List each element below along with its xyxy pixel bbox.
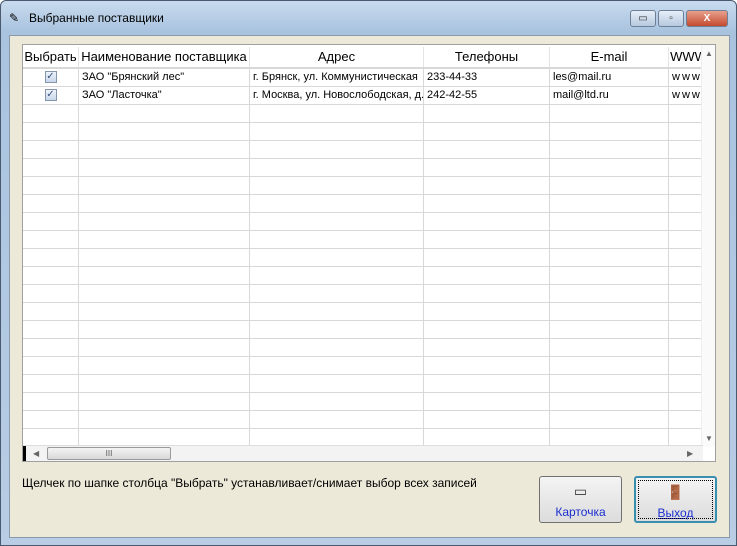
- empty-row: [23, 123, 709, 141]
- client-area: Выбрать Наименование поставщика Адрес Телеф…: [9, 35, 730, 538]
- column-header[interactable]: Телефоны: [424, 47, 550, 67]
- select-cell: ✓: [23, 87, 79, 104]
- column-header[interactable]: Наименование поставщика: [79, 47, 250, 67]
- name-cell: ЗАО "Ласточка": [79, 87, 250, 104]
- horizontal-scrollbar[interactable]: ◀ III ▶: [23, 445, 703, 461]
- address-cell: г. Москва, ул. Новослободская, д.: [250, 87, 424, 104]
- empty-row: [23, 411, 709, 429]
- card-icon: ▭: [573, 483, 588, 499]
- select-checkbox[interactable]: ✓: [44, 71, 57, 83]
- hint-text: Щелчек по шапке столбца "Выбрать" устана…: [22, 476, 477, 490]
- select-checkbox[interactable]: ✓: [44, 89, 57, 101]
- address-cell: г. Брянск, ул. Коммунистическая: [250, 69, 424, 86]
- email-cell: mail@ltd.ru: [550, 87, 669, 104]
- grid-rows: ✓ ЗАО "Брянский лес" г. Брянск, ул. Коммун…: [23, 69, 709, 447]
- title-bar: ✎ Выбранные поставщики: [9, 11, 164, 25]
- column-header[interactable]: E-mail: [550, 47, 669, 67]
- scroll-left-icon[interactable]: ◀: [33, 449, 39, 458]
- window-title: Выбранные поставщики: [29, 11, 164, 25]
- scroll-thumb[interactable]: III: [47, 447, 171, 460]
- exit-button[interactable]: 🚪 Выход: [634, 476, 717, 523]
- minimize-button[interactable]: ▭: [630, 10, 656, 27]
- window: ✎ Выбранные поставщики ▭ ▫ X Выбрать Наим…: [0, 0, 737, 546]
- email-cell: les@mail.ru: [550, 69, 669, 86]
- empty-row: [23, 321, 709, 339]
- empty-row: [23, 231, 709, 249]
- card-button[interactable]: ▭ Карточка: [539, 476, 622, 523]
- empty-row: [23, 303, 709, 321]
- empty-row: [23, 159, 709, 177]
- empty-row: [23, 375, 709, 393]
- phone-cell: 242-42-55: [424, 87, 550, 104]
- empty-row: [23, 285, 709, 303]
- scroll-down-icon[interactable]: ▼: [705, 434, 713, 443]
- empty-row: [23, 393, 709, 411]
- table-row[interactable]: ✓ ЗАО "Брянский лес" г. Брянск, ул. Коммун…: [23, 69, 709, 87]
- suppliers-grid: Выбрать Наименование поставщика Адрес Телеф…: [22, 44, 716, 462]
- empty-row: [23, 357, 709, 375]
- scroll-right-icon[interactable]: ▶: [687, 449, 693, 458]
- exit-door-icon: 🚪: [666, 484, 685, 500]
- empty-row: [23, 105, 709, 123]
- empty-row: [23, 177, 709, 195]
- scroll-up-icon[interactable]: ▲: [705, 49, 713, 58]
- close-button[interactable]: X: [686, 10, 728, 27]
- maximize-button[interactable]: ▫: [658, 10, 684, 27]
- empty-row: [23, 195, 709, 213]
- empty-row: [23, 213, 709, 231]
- column-header[interactable]: Выбрать: [23, 47, 79, 67]
- name-cell: ЗАО "Брянский лес": [79, 69, 250, 86]
- app-icon: ✎: [9, 11, 20, 25]
- grid-header: Выбрать Наименование поставщика Адрес Телеф…: [23, 47, 709, 69]
- column-header[interactable]: Адрес: [250, 47, 424, 67]
- empty-row: [23, 249, 709, 267]
- phone-cell: 233-44-33: [424, 69, 550, 86]
- vertical-scrollbar[interactable]: ▲ ▼: [701, 45, 715, 447]
- select-cell: ✓: [23, 69, 79, 86]
- empty-row: [23, 141, 709, 159]
- empty-row: [23, 267, 709, 285]
- empty-row: [23, 339, 709, 357]
- table-row[interactable]: ✓ ЗАО "Ласточка" г. Москва, ул. Новослобод…: [23, 87, 709, 105]
